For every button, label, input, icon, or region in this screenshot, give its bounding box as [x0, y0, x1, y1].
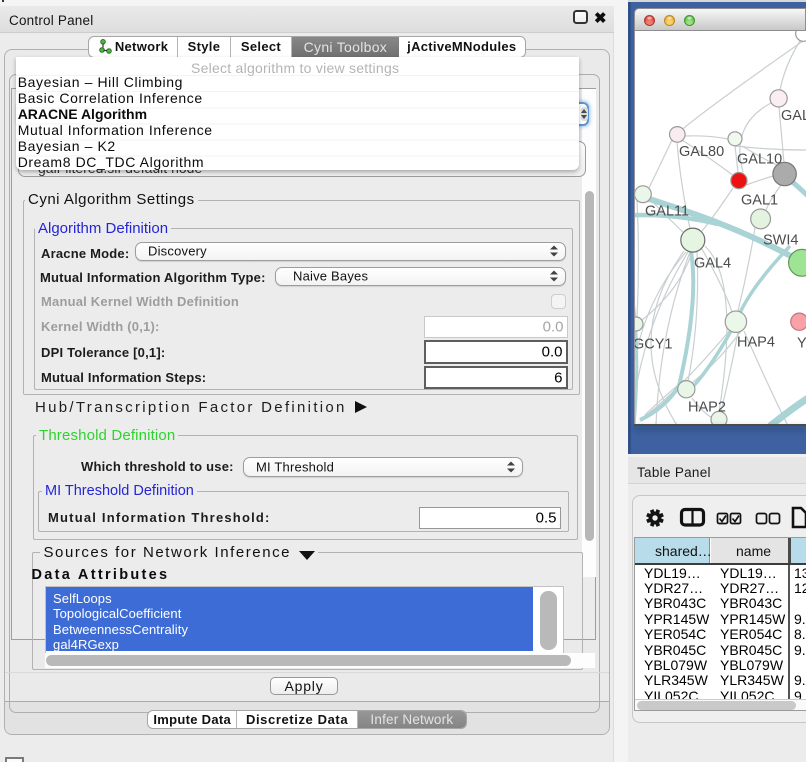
svg-text:GAL7: GAL7 [781, 108, 806, 124]
svg-text:SWI4: SWI4 [763, 233, 798, 249]
svg-text:GAL11: GAL11 [645, 204, 689, 220]
svg-text:HAP4: HAP4 [737, 335, 775, 351]
svg-text:HAP2: HAP2 [688, 400, 726, 416]
svg-text:Y: Y [797, 336, 806, 352]
svg-text:GAL10: GAL10 [737, 152, 782, 168]
svg-text:GAL80: GAL80 [679, 144, 724, 160]
svg-text:GCY1: GCY1 [635, 337, 673, 353]
svg-text:GAL4: GAL4 [694, 256, 731, 272]
svg-text:GAL1: GAL1 [741, 193, 778, 209]
